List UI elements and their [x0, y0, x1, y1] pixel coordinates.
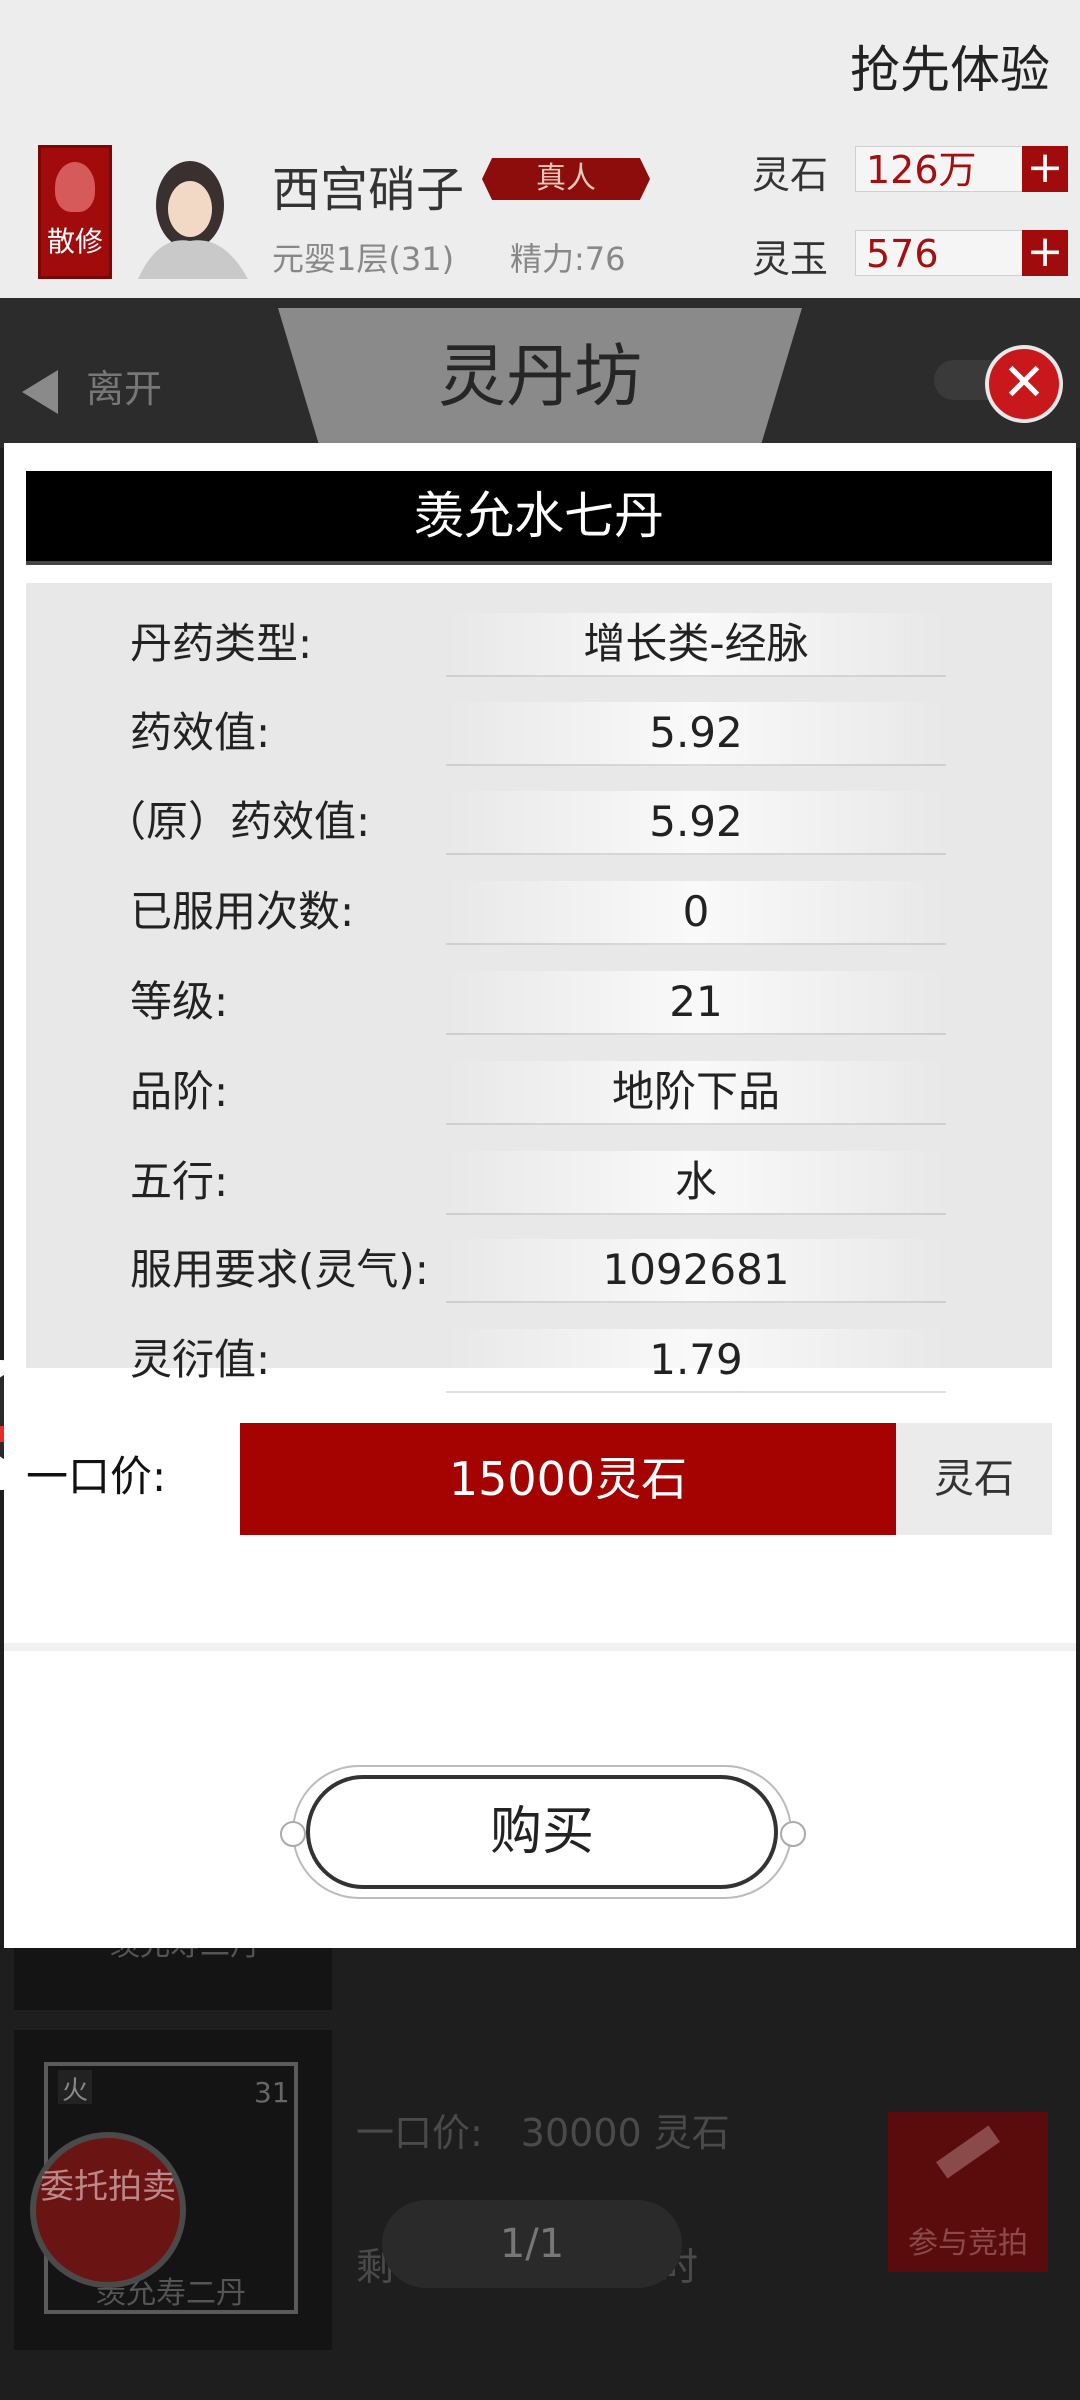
top-status-bar: 抢先体验 散修 西宫硝子 真人 元婴1层(31) 精力:76 灵石 126万 +… [0, 0, 1080, 298]
stat-value: 5.92 [446, 702, 946, 766]
cultivation-rank: 元婴1层(31) [272, 240, 455, 278]
bid-label: 参与竞拍 [908, 2226, 1028, 2261]
avatar[interactable] [128, 145, 258, 279]
price-label: 一口价: [26, 1452, 167, 1501]
energy-stat: 精力:76 [510, 240, 626, 278]
username: 西宫硝子 [272, 162, 465, 218]
stat-row: 丹药类型: 增长类-经脉 [26, 605, 1052, 683]
stat-row: 药效值: 5.92 [26, 694, 1052, 772]
stat-value: 水 [446, 1151, 946, 1215]
item-price: 一口价: 30000 灵石 [356, 2111, 730, 2155]
dialog-title: 羡允水七丹 [26, 471, 1052, 565]
add-lingyu-button[interactable]: + [1022, 230, 1068, 276]
currency-select-button[interactable]: 灵石 [896, 1423, 1052, 1535]
shop-title: 灵丹坊 [437, 338, 642, 417]
stat-row: 五行: 水 [26, 1143, 1052, 1221]
add-lingshi-button[interactable]: + [1022, 146, 1068, 192]
stat-row: 品阶: 地阶下品 [26, 1053, 1052, 1131]
stat-row: 灵衍值: 1.79 [26, 1321, 1052, 1399]
stat-label: （原）药效值: [104, 797, 371, 846]
stat-value: 21 [446, 971, 946, 1035]
sect-badge-label: 散修 [46, 225, 103, 258]
stat-row: （原）药效值: 5.92 [26, 783, 1052, 861]
stat-value: 5.92 [446, 791, 946, 855]
stat-label: 灵衍值: [130, 1335, 271, 1384]
stat-value: 1092681 [446, 1239, 946, 1303]
price-value: 15000灵石 [240, 1423, 896, 1535]
divider [4, 1643, 1076, 1651]
stats-panel: 丹药类型: 增长类-经脉 药效值: 5.92 （原）药效值: 5.92 已服用次… [26, 583, 1052, 1393]
stat-row: 等级: 21 [26, 963, 1052, 1041]
close-button[interactable]: ✕ [985, 345, 1063, 423]
stat-row: 已服用次数: 0 [26, 873, 1052, 951]
lotus-icon [55, 162, 95, 212]
stat-label: 已服用次数: [130, 887, 355, 936]
consign-auction-button[interactable]: 委托拍卖 [30, 2132, 186, 2288]
item-detail-dialog: 羡允水七丹 丹药类型: 增长类-经脉 药效值: 5.92 （原）药效值: 5.9… [4, 443, 1076, 1948]
sect-badge: 散修 [38, 145, 112, 279]
buy-frame-knob-left [280, 1821, 306, 1847]
item-level: 31 [254, 2076, 290, 2109]
early-access-button[interactable]: 抢先体验 [850, 30, 1050, 102]
stat-label: 五行: [130, 1157, 229, 1206]
lingshi-label: 灵石 [752, 153, 829, 197]
stat-value: 地阶下品 [446, 1061, 946, 1125]
shop-title-plate: 灵丹坊 [278, 308, 802, 448]
lingyu-value: 576 [855, 230, 1023, 276]
page-indicator: 1/1 [382, 2200, 682, 2288]
real-player-tag: 真人 [482, 158, 650, 200]
stat-row: 服用要求(灵气): 1092681 [26, 1231, 1052, 1309]
stat-label: 丹药类型: [130, 619, 313, 668]
stat-value: 0 [446, 881, 946, 945]
lingyu-label: 灵玉 [752, 237, 829, 281]
stat-label: 药效值: [130, 708, 271, 757]
leave-button[interactable]: 离开 [22, 358, 162, 414]
buy-frame-knob-right [780, 1821, 806, 1847]
element-tag: 火 [58, 2070, 92, 2106]
lingshi-value: 126万 [855, 146, 1023, 192]
stat-value: 1.79 [446, 1329, 946, 1393]
leave-label: 离开 [86, 367, 163, 411]
stat-label: 品阶: [130, 1067, 229, 1116]
bid-button[interactable]: 参与竞拍 [888, 2112, 1048, 2272]
stat-label: 等级: [130, 977, 229, 1026]
gavel-icon [936, 2125, 1000, 2179]
stat-label: 服用要求(灵气): [130, 1245, 429, 1294]
stat-value: 增长类-经脉 [446, 613, 946, 677]
buy-button[interactable]: 购买 [306, 1775, 778, 1889]
shop-nav-bar: 离开 灵丹坊 [0, 298, 1080, 448]
back-arrow-icon [22, 369, 58, 414]
